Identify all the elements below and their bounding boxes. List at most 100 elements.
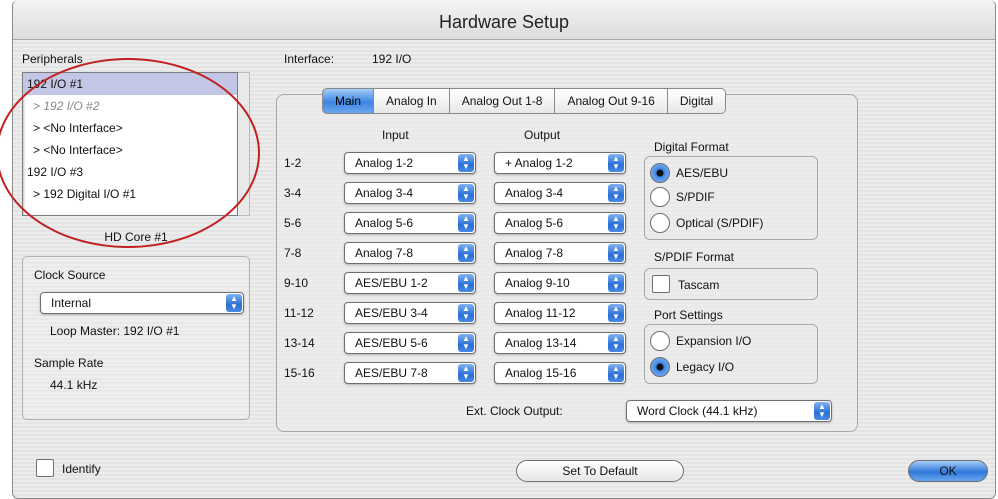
tab-analog-out-9-16[interactable]: Analog Out 9-16 [555,88,668,114]
radio-selected-icon [650,357,670,377]
input-select[interactable]: Analog 1-2 ▲ ▼ [344,152,476,174]
radio-optical[interactable]: Optical (S/PDIF) [650,212,763,234]
radio-label: Legacy I/O [676,360,735,374]
checkbox-icon [652,275,670,293]
input-value: AES/EBU 1-2 [355,276,428,290]
peripherals-scrollbar[interactable] [238,72,250,216]
popup-arrow-icon: ▲ ▼ [458,214,474,232]
input-select[interactable]: AES/EBU 3-4 ▲ ▼ [344,302,476,324]
output-header: Output [524,128,561,142]
input-value: Analog 3-4 [355,186,414,200]
tab-analog-out-1-8[interactable]: Analog Out 1-8 [449,88,556,114]
input-select[interactable]: Analog 7-8 ▲ ▼ [344,242,476,264]
checkbox-label: Identify [62,462,101,476]
output-select[interactable]: Analog 11-12 ▲ ▼ [494,302,626,324]
popup-arrow-icon: ▲ ▼ [608,154,624,172]
popup-arrow-icon: ▲ ▼ [458,364,474,382]
input-select[interactable]: AES/EBU 7-8 ▲ ▼ [344,362,476,384]
interface-value: 192 I/O [372,52,412,66]
input-select[interactable]: Analog 5-6 ▲ ▼ [344,212,476,234]
io-row-label: 11-12 [284,306,314,320]
peripheral-item[interactable]: 192 I/O #3 [23,161,237,183]
window-title: Hardware Setup [13,0,995,40]
input-value: AES/EBU 5-6 [355,336,428,350]
radio-expansion-io[interactable]: Expansion I/O [650,330,751,352]
popup-arrow-icon: ▲ ▼ [814,402,830,420]
popup-arrow-icon: ▲ ▼ [458,244,474,262]
popup-arrow-icon: ▲ ▼ [458,154,474,172]
output-value: Analog 15-16 [505,366,577,380]
sample-rate-label: Sample Rate [34,356,104,370]
radio-selected-icon [650,163,670,183]
input-select[interactable]: Analog 3-4 ▲ ▼ [344,182,476,204]
spdif-format-label: S/PDIF Format [654,250,735,264]
io-row-label: 3-4 [284,186,302,200]
output-select[interactable]: Analog 3-4 ▲ ▼ [494,182,626,204]
peripheral-item[interactable]: 192 I/O #1 [23,73,237,95]
io-row-label: 15-16 [284,366,315,380]
peripherals-list[interactable]: 192 I/O #1 > 192 I/O #2 > <No Interface>… [22,72,238,216]
tab-digital[interactable]: Digital [667,88,727,114]
set-to-default-button[interactable]: Set To Default [516,460,684,482]
popup-arrow-icon: ▲ ▼ [458,334,474,352]
peripherals-label: Peripherals [22,52,83,66]
radio-legacy-io[interactable]: Legacy I/O [650,356,734,378]
output-value: Analog 9-10 [505,276,570,290]
popup-arrow-icon: ▲ ▼ [608,304,624,322]
output-value: + Analog 1-2 [505,156,573,170]
output-select[interactable]: Analog 9-10 ▲ ▼ [494,272,626,294]
clock-source-value: Internal [51,296,92,310]
output-select[interactable]: Analog 5-6 ▲ ▼ [494,212,626,234]
interface-label: Interface: [284,52,335,66]
output-value: Analog 7-8 [505,246,564,260]
peripheral-item[interactable]: > <No Interface> [23,117,237,139]
io-row-label: 9-10 [284,276,309,290]
peripheral-item[interactable]: > 192 I/O #2 [23,95,237,117]
output-select[interactable]: + Analog 1-2 ▲ ▼ [494,152,626,174]
output-select[interactable]: Analog 13-14 ▲ ▼ [494,332,626,354]
popup-arrow-icon: ▲ ▼ [608,364,624,382]
popup-arrow-icon: ▲ ▼ [458,274,474,292]
checkbox-label: Tascam [678,278,720,292]
tab-analog-in[interactable]: Analog In [374,88,450,114]
digital-format-label: Digital Format [654,140,729,154]
popup-arrow-icon: ▲ ▼ [226,294,242,312]
ok-button[interactable]: OK [908,460,988,482]
input-select[interactable]: AES/EBU 1-2 ▲ ▼ [344,272,476,294]
io-row-label: 5-6 [284,216,302,230]
input-select[interactable]: AES/EBU 5-6 ▲ ▼ [344,332,476,354]
io-row-label: 1-2 [284,156,302,170]
popup-arrow-icon: ▲ ▼ [608,214,624,232]
output-select[interactable]: Analog 15-16 ▲ ▼ [494,362,626,384]
peripheral-item[interactable]: > <No Interface> [23,139,237,161]
clock-source-select[interactable]: Internal ▲ ▼ [40,292,244,314]
input-value: Analog 7-8 [355,246,414,260]
radio-label: Optical (S/PDIF) [676,216,764,230]
io-row-label: 13-14 [284,336,315,350]
popup-arrow-icon: ▲ ▼ [608,274,624,292]
radio-icon [650,187,670,207]
tascam-checkbox[interactable]: Tascam [652,274,719,296]
radio-label: Expansion I/O [676,334,752,348]
identify-checkbox[interactable]: Identify [36,458,101,480]
peripheral-item[interactable]: > 192 Digital I/O #1 [23,183,237,205]
input-value: AES/EBU 3-4 [355,306,428,320]
input-value: AES/EBU 7-8 [355,366,428,380]
input-value: Analog 5-6 [355,216,414,230]
popup-arrow-icon: ▲ ▼ [458,304,474,322]
loop-master-text: Loop Master: 192 I/O #1 [50,324,180,338]
output-select[interactable]: Analog 7-8 ▲ ▼ [494,242,626,264]
output-value: Analog 3-4 [505,186,564,200]
tab-main[interactable]: Main [322,88,375,114]
radio-spdif[interactable]: S/PDIF [650,186,715,208]
hd-core-label: HD Core #1 [104,230,168,244]
io-row-label: 7-8 [284,246,302,260]
popup-arrow-icon: ▲ ▼ [458,184,474,202]
radio-aes-ebu[interactable]: AES/EBU [650,162,728,184]
checkbox-icon [36,459,54,477]
popup-arrow-icon: ▲ ▼ [608,184,624,202]
ext-clock-select[interactable]: Word Clock (44.1 kHz) ▲ ▼ [626,400,832,422]
popup-arrow-icon: ▲ ▼ [608,334,624,352]
output-value: Analog 11-12 [505,306,576,320]
radio-icon [650,331,670,351]
